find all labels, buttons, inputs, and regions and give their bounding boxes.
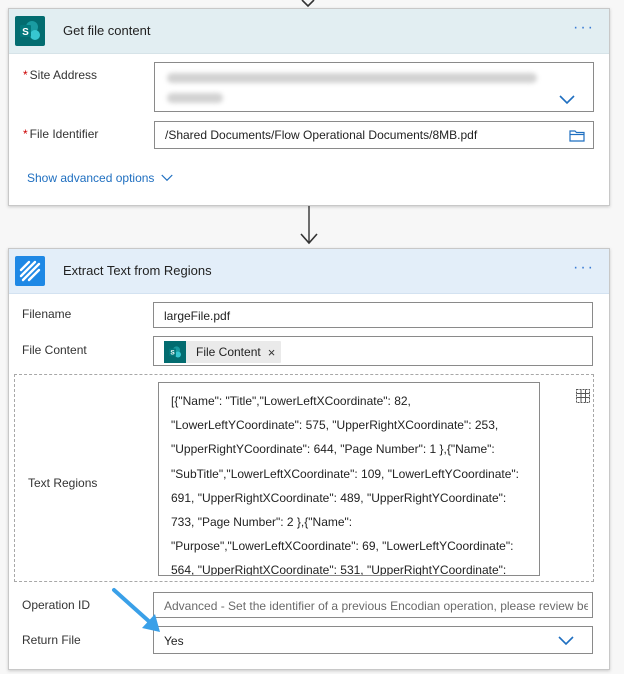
- more-options-button[interactable]: ···: [573, 259, 595, 277]
- file-identifier-label: * File Identifier: [23, 127, 99, 141]
- flow-canvas: S Get file content ··· * Site Address * Fi…: [0, 0, 624, 674]
- chevron-down-icon[interactable]: [559, 95, 575, 105]
- sharepoint-icon: S: [164, 341, 186, 363]
- token-label: File Content: [196, 345, 261, 359]
- svg-text:S: S: [170, 350, 175, 357]
- folder-icon[interactable]: [569, 129, 585, 142]
- table-icon[interactable]: [575, 388, 591, 404]
- encodian-icon: [15, 256, 45, 286]
- operation-id-label: Operation ID: [22, 598, 91, 612]
- site-address-label: * Site Address: [23, 68, 98, 82]
- site-address-input[interactable]: [154, 62, 594, 112]
- filename-value: largeFile.pdf: [164, 309, 231, 323]
- card-title: Get file content: [63, 23, 151, 38]
- chevron-down-icon[interactable]: [161, 174, 173, 182]
- file-content-input[interactable]: S File Content ×: [153, 336, 593, 366]
- file-identifier-input[interactable]: /Shared Documents/Flow Operational Docum…: [154, 121, 594, 149]
- return-file-dropdown[interactable]: Yes: [153, 626, 593, 654]
- text-regions-label: Text Regions: [28, 476, 98, 490]
- filename-input[interactable]: largeFile.pdf: [153, 302, 593, 328]
- remove-token-button[interactable]: ×: [268, 345, 276, 360]
- get-file-content-card: S Get file content ··· * Site Address * Fi…: [8, 8, 610, 206]
- operation-id-input[interactable]: Advanced - Set the identifier of a previ…: [153, 592, 593, 618]
- site-address-value-blurred: [167, 73, 537, 83]
- file-content-label: File Content: [22, 343, 87, 357]
- text-regions-input[interactable]: [{"Name": "Title","LowerLeftXCoordinate"…: [158, 382, 540, 576]
- show-advanced-options-link[interactable]: Show advanced options: [27, 171, 154, 185]
- file-identifier-value: /Shared Documents/Flow Operational Docum…: [165, 128, 478, 142]
- site-address-value-blurred-2: [167, 93, 223, 103]
- return-file-label: Return File: [22, 633, 81, 647]
- connector-arrow-icon: [300, 206, 318, 245]
- operation-id-placeholder: Advanced - Set the identifier of a previ…: [164, 599, 588, 613]
- svg-text:S: S: [22, 27, 29, 38]
- card-title: Extract Text from Regions: [63, 263, 212, 278]
- filename-label: Filename: [22, 307, 72, 321]
- file-content-token[interactable]: S File Content ×: [164, 341, 282, 363]
- sharepoint-icon: S: [15, 16, 45, 46]
- extract-text-header[interactable]: Extract Text from Regions ···: [9, 249, 609, 294]
- more-options-button[interactable]: ···: [573, 19, 595, 37]
- return-file-value: Yes: [164, 634, 184, 648]
- callout-arrow-icon: [112, 588, 160, 632]
- chevron-down-icon[interactable]: [558, 636, 574, 646]
- get-file-content-header[interactable]: S Get file content ···: [9, 9, 609, 54]
- top-arrow-icon: [301, 0, 315, 8]
